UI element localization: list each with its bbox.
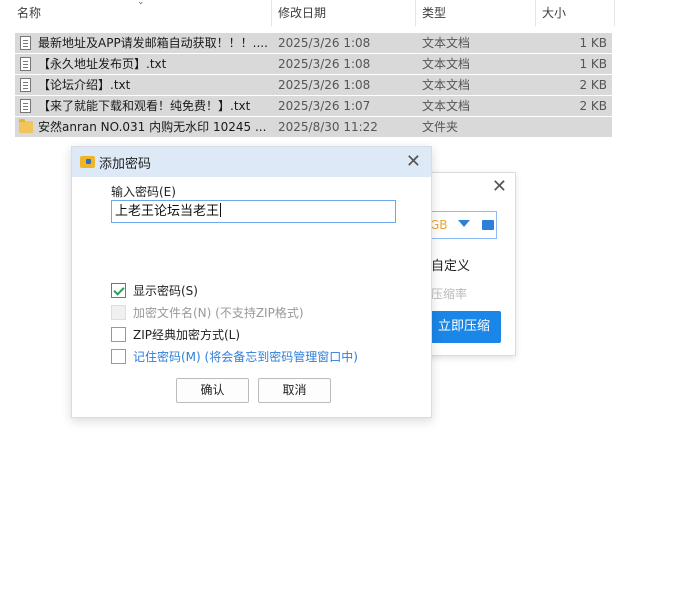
text-file-icon xyxy=(20,99,31,113)
encrypt-filenames-checkbox xyxy=(111,305,126,320)
folder-row[interactable]: 安然anran NO.031 内购无水印 10245 ... 2025/8/30… xyxy=(15,117,612,137)
file-size: 2 KB xyxy=(579,99,607,113)
show-password-label: 显示密码(S) xyxy=(133,284,198,298)
file-size: 1 KB xyxy=(579,57,607,71)
password-input[interactable]: 上老王论坛当老王 xyxy=(111,200,396,223)
column-size[interactable]: 大小 xyxy=(542,0,566,26)
custom-option[interactable]: 自定义 xyxy=(431,255,470,274)
compression-rate-option[interactable]: 压缩率 xyxy=(431,285,467,302)
remember-password-checkbox[interactable] xyxy=(111,349,126,364)
file-name: 最新地址及APP请发邮箱自动获取！！！.... xyxy=(38,36,268,50)
file-date: 2025/8/30 11:22 xyxy=(278,120,378,134)
file-name: 安然anran NO.031 内购无水印 10245 ... xyxy=(38,120,267,134)
column-divider[interactable] xyxy=(415,0,416,26)
text-file-icon xyxy=(20,78,31,92)
folder-icon xyxy=(19,119,33,133)
file-size: 2 KB xyxy=(579,78,607,92)
file-name: 【永久地址发布页】.txt xyxy=(38,57,167,71)
add-password-dialog: 添加密码 ✕ 输入密码(E) 上老王论坛当老王 显示密码(S) 加密文件名(N)… xyxy=(71,146,432,418)
file-name: 【论坛介绍】.txt xyxy=(38,78,131,92)
column-divider[interactable] xyxy=(535,0,536,26)
close-icon[interactable]: ✕ xyxy=(492,176,507,197)
archive-lock-icon xyxy=(80,156,95,168)
file-type: 文本文档 xyxy=(422,36,471,50)
text-cursor xyxy=(220,203,222,217)
file-list-header: 名称 ⌄ 修改日期 类型 大小 xyxy=(0,0,688,26)
file-date: 2025/3/26 1:08 xyxy=(278,36,371,50)
dialog-title: 添加密码 xyxy=(99,157,152,172)
compress-now-button[interactable]: 立即压缩 xyxy=(427,311,501,343)
remember-password-label[interactable]: 记住密码(M) (将会备忘到密码管理窗口中) xyxy=(133,349,358,365)
file-row[interactable]: 【永久地址发布页】.txt 2025/3/26 1:08 文本文档 1 KB xyxy=(15,54,612,74)
file-size: 1 KB xyxy=(579,36,607,50)
file-name: 【来了就能下载和观看！纯免费！】.txt xyxy=(38,99,251,113)
zip-classic-label: ZIP经典加密方式(L) xyxy=(133,328,241,342)
file-date: 2025/3/26 1:07 xyxy=(278,99,371,113)
file-type: 文件夹 xyxy=(422,120,459,134)
file-date: 2025/3/26 1:08 xyxy=(278,78,371,92)
dropdown-arrow-icon[interactable] xyxy=(458,220,470,227)
close-icon[interactable]: ✕ xyxy=(406,151,421,172)
column-name[interactable]: 名称 xyxy=(17,0,41,26)
column-type[interactable]: 类型 xyxy=(422,0,446,26)
zip-classic-checkbox[interactable] xyxy=(111,327,126,342)
text-file-icon xyxy=(20,57,31,71)
encrypt-filenames-label: 加密文件名(N) (不支持ZIP格式) xyxy=(133,306,304,320)
ok-button[interactable]: 确认 xyxy=(176,378,249,403)
column-divider[interactable] xyxy=(614,0,615,26)
folder-browse-icon[interactable] xyxy=(482,220,494,230)
dialog-title-bar: 添加密码 ✕ xyxy=(72,147,431,177)
file-row[interactable]: 最新地址及APP请发邮箱自动获取！！！.... 2025/3/26 1:08 文… xyxy=(15,33,612,53)
split-size-value: GB xyxy=(430,218,448,232)
file-type: 文本文档 xyxy=(422,57,471,71)
password-label: 输入密码(E) xyxy=(111,185,176,199)
column-date[interactable]: 修改日期 xyxy=(278,0,326,26)
cancel-button[interactable]: 取消 xyxy=(258,378,331,403)
password-value: 上老王论坛当老王 xyxy=(115,204,220,219)
file-type: 文本文档 xyxy=(422,78,471,92)
show-password-checkbox[interactable] xyxy=(111,283,126,298)
file-row[interactable]: 【论坛介绍】.txt 2025/3/26 1:08 文本文档 2 KB xyxy=(15,75,612,95)
column-divider[interactable] xyxy=(271,0,272,26)
text-file-icon xyxy=(20,36,31,50)
file-row[interactable]: 【来了就能下载和观看！纯免费！】.txt 2025/3/26 1:07 文本文档… xyxy=(15,96,612,116)
sort-caret-icon: ⌄ xyxy=(137,0,145,7)
file-date: 2025/3/26 1:08 xyxy=(278,57,371,71)
file-type: 文本文档 xyxy=(422,99,471,113)
